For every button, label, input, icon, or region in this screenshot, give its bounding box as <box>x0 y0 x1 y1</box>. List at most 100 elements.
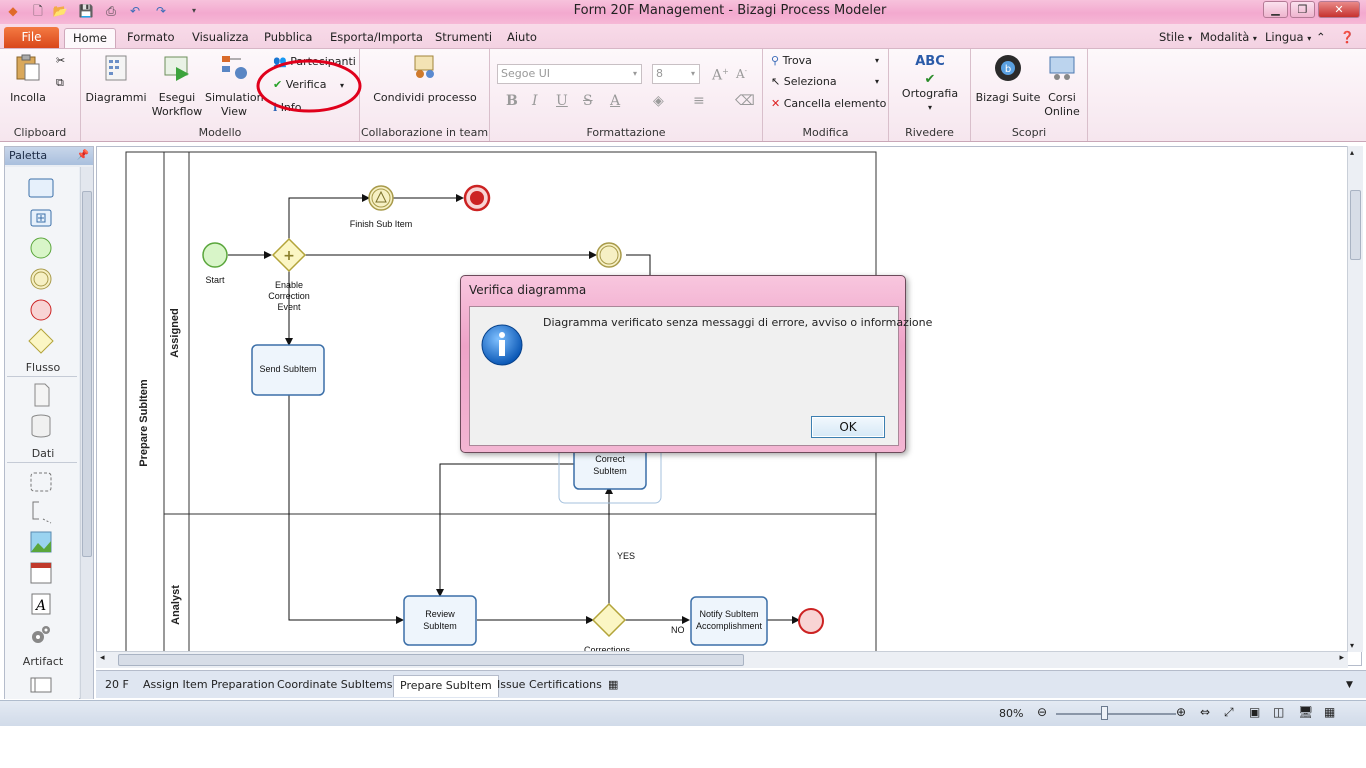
zoom-in-icon[interactable]: ⊕ <box>1176 705 1186 719</box>
bizagi-logo-icon: b <box>995 55 1021 81</box>
status-bar: 80% ⊖ ⊕ ⇔ ⤢ ▣ ◫ 🖥 ▦ <box>0 700 1366 726</box>
select-button[interactable]: ↖ Seleziona <box>771 74 837 90</box>
delete-element-button[interactable]: ✕ Cancella elemento <box>771 96 886 112</box>
eraser-icon[interactable]: ⌫ <box>735 93 755 109</box>
align-icon[interactable]: ≡ <box>693 93 705 109</box>
vertical-scroll-thumb[interactable] <box>1350 190 1361 260</box>
scroll-left-icon[interactable]: ◂ <box>100 653 105 663</box>
tab-home[interactable]: Home <box>64 28 116 48</box>
tab-aiuto[interactable]: Aiuto <box>499 28 545 48</box>
simulation-icon <box>222 56 247 79</box>
zoom-window-icon[interactable]: ◫ <box>1273 705 1284 719</box>
cut-icon[interactable]: ✂ <box>56 53 65 69</box>
tabs-menu-icon[interactable]: ▼ <box>1340 675 1359 697</box>
restore-button[interactable]: ❐ <box>1290 1 1315 18</box>
tab-visualizza[interactable]: Visualizza <box>184 28 257 48</box>
menu-lingua[interactable]: Lingua ▾ <box>1257 28 1319 48</box>
pin-icon[interactable]: 📌 <box>77 147 89 165</box>
data-store-icon[interactable] <box>23 413 59 439</box>
palette-header: Paletta 📌 <box>5 147 93 165</box>
group-shape-icon[interactable] <box>23 469 59 495</box>
minimize-button[interactable]: ▁ <box>1263 1 1288 18</box>
bizagi-suite-button[interactable]: b Bizagi Suite <box>975 53 1041 105</box>
find-dropdown-icon[interactable]: ▾ <box>875 53 879 69</box>
collapse-ribbon-icon[interactable]: ⌃ <box>1316 28 1326 48</box>
correct-label-line-1: Correct <box>595 454 625 464</box>
subprocess-shape-icon[interactable] <box>23 205 59 231</box>
font-family-select[interactable]: Segoe UI ▾ <box>497 64 642 84</box>
fit-page-icon[interactable]: ⤢ <box>1224 705 1234 720</box>
end-event-icon[interactable] <box>23 297 59 323</box>
find-button[interactable]: ⚲ Trova <box>771 53 812 69</box>
help-icon[interactable]: ❓ <box>1340 28 1354 48</box>
zoom-slider-thumb[interactable] <box>1101 706 1108 720</box>
start-event-icon[interactable] <box>23 235 59 261</box>
spelling-button[interactable]: ABC ✔ Ortografia ▾ <box>897 53 963 115</box>
tab-esporta-importa[interactable]: Esporta/Importa <box>322 28 431 48</box>
paste-button[interactable]: Incolla <box>8 53 48 105</box>
tab-strumenti[interactable]: Strumenti <box>427 28 500 48</box>
horizontal-scroll-thumb[interactable] <box>118 654 744 666</box>
menu-lingua-label: Lingua <box>1265 30 1304 44</box>
run-workflow-button[interactable]: Esegui Workflow <box>149 53 205 119</box>
actual-size-icon[interactable]: ▣ <box>1249 705 1260 719</box>
palette-scrollbar[interactable] <box>80 167 93 699</box>
header-shape-icon[interactable] <box>23 560 59 586</box>
group-label-formatting: Formattazione <box>586 126 666 139</box>
image-icon[interactable] <box>23 529 59 555</box>
font-size-select[interactable]: 8 ▾ <box>652 64 700 84</box>
diagrams-button[interactable]: Diagrammi <box>85 53 147 105</box>
italic-icon[interactable]: I <box>532 93 538 109</box>
online-courses-button[interactable]: Corsi Online <box>1037 53 1087 119</box>
strikethrough-icon[interactable]: S <box>583 93 593 109</box>
select-dropdown-icon[interactable]: ▾ <box>875 74 879 90</box>
annotation-icon[interactable] <box>23 499 59 525</box>
tab-file[interactable]: File <box>4 27 59 48</box>
zoom-out-icon[interactable]: ⊖ <box>1037 705 1047 719</box>
tab-assign-item-preparation[interactable]: Assign Item Preparation <box>137 675 281 697</box>
tab-prepare-subitem[interactable]: Prepare SubItem <box>393 675 499 697</box>
data-object-icon[interactable] <box>23 382 59 408</box>
copy-icon[interactable]: ⧉ <box>56 75 64 91</box>
task-shape-icon[interactable] <box>23 175 59 201</box>
fill-color-icon[interactable]: ◈ <box>653 93 664 109</box>
scroll-up-icon[interactable]: ▴ <box>1350 148 1354 157</box>
pool-label: Prepare SubItem <box>138 379 150 467</box>
gateway-plus-icon: + <box>283 248 295 264</box>
palette-scroll-thumb[interactable] <box>82 191 92 557</box>
close-button[interactable]: ✕ <box>1318 1 1360 18</box>
gears-icon[interactable] <box>23 622 59 648</box>
tab-coordinate-subitems[interactable]: Coordinate SubItems <box>271 675 399 697</box>
lane-shape-icon[interactable] <box>23 672 59 698</box>
tab-formato[interactable]: Formato <box>119 28 183 48</box>
canvas-horizontal-scrollbar[interactable]: ◂ ▸ <box>96 651 1348 668</box>
presentation-icon[interactable]: 🖥 <box>1298 705 1313 719</box>
start-event[interactable] <box>202 242 228 268</box>
gateway-icon[interactable] <box>23 328 59 354</box>
end-event-bottom[interactable] <box>798 608 824 634</box>
ok-button[interactable]: OK <box>811 416 885 438</box>
tab-20f[interactable]: 20 F <box>99 675 135 697</box>
scroll-right-icon[interactable]: ▸ <box>1339 653 1344 663</box>
grow-font-icon[interactable]: A+ <box>712 67 729 84</box>
fit-width-icon[interactable]: ⇔ <box>1200 705 1210 719</box>
finish-sub-item-event[interactable] <box>368 185 394 211</box>
font-color-icon[interactable]: A <box>610 93 620 109</box>
tab-issue-certifications[interactable]: Issue Certifications <box>491 675 608 697</box>
share-process-button[interactable]: Condividi processo <box>370 53 480 105</box>
bizagi-suite-label: Bizagi Suite <box>975 91 1041 104</box>
tab-pubblica[interactable]: Pubblica <box>256 28 320 48</box>
canvas-vertical-scrollbar[interactable]: ▴ ▾ <box>1347 146 1363 652</box>
menu-modalita[interactable]: Modalità ▾ <box>1192 28 1265 48</box>
intermediate-event-icon[interactable] <box>23 266 59 292</box>
zoom-slider[interactable] <box>1056 713 1176 715</box>
text-tool-icon[interactable]: A <box>23 591 59 617</box>
underline-icon[interactable]: U <box>556 93 568 109</box>
intermediate-event[interactable] <box>596 242 622 268</box>
new-diagram-icon[interactable]: ▦ <box>602 675 624 697</box>
shrink-font-icon[interactable]: A- <box>736 67 747 81</box>
grid-icon[interactable]: ▦ <box>1324 705 1335 719</box>
bold-icon[interactable]: B <box>506 93 518 109</box>
scroll-down-icon[interactable]: ▾ <box>1350 641 1354 650</box>
run-workflow-icon <box>164 56 189 81</box>
